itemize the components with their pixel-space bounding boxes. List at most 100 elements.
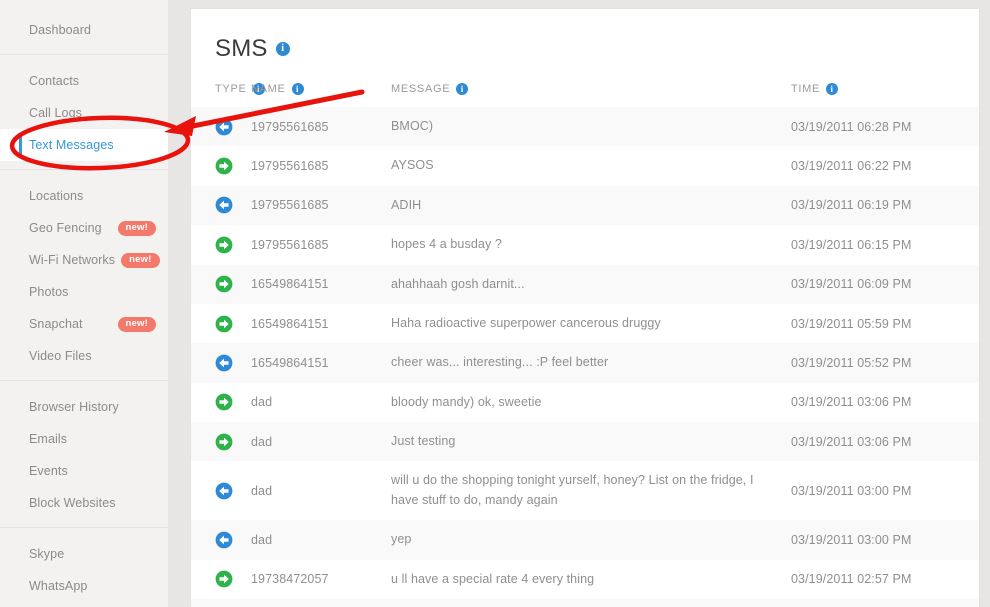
cell-message: yep bbox=[391, 520, 791, 560]
cell-name: 19795561685 bbox=[251, 146, 391, 186]
cell-message: Just testing bbox=[391, 422, 791, 462]
sidebar: Dashboard Contacts Call Logs Text Messages L… bbox=[0, 0, 168, 607]
sidebar-item-text-messages[interactable]: Text Messages bbox=[0, 129, 168, 161]
cell-name: 16549864151 bbox=[251, 343, 391, 383]
sidebar-item-snapchat[interactable]: Snapchat new! bbox=[0, 308, 168, 340]
cell-message: BMOC) bbox=[391, 107, 791, 147]
table-row[interactable]: 19795561685 BMOC) 03/19/2011 06:28 PM bbox=[191, 107, 979, 147]
column-header-message[interactable]: MESSAGE i bbox=[391, 77, 791, 107]
cell-message: cheer was... interesting... :P feel bett… bbox=[391, 343, 791, 383]
sidebar-item-label: Emails bbox=[29, 432, 68, 446]
table-row[interactable]: 16549864151 ahahhaah gosh darnit... 03/19/… bbox=[191, 264, 979, 304]
cell-message: bloody mandy) ok, sweetie bbox=[391, 382, 791, 422]
info-icon-time[interactable]: i bbox=[826, 83, 839, 95]
incoming-arrow-icon bbox=[215, 354, 233, 372]
table-row[interactable]: 19738472057seeya03/19/2011 02:57 PM bbox=[191, 598, 979, 607]
sidebar-item-skype[interactable]: Skype bbox=[0, 538, 168, 570]
sidebar-item-label: Video Files bbox=[29, 349, 92, 363]
page-title: SMS bbox=[215, 35, 268, 62]
sidebar-item-video-files[interactable]: Video Files bbox=[0, 340, 168, 372]
incoming-arrow-icon bbox=[215, 118, 233, 136]
info-icon[interactable]: i bbox=[275, 42, 290, 56]
sidebar-item-block-websites[interactable]: Block Websites bbox=[0, 487, 168, 519]
column-header-time[interactable]: TIME i bbox=[791, 77, 979, 107]
table-row[interactable]: 16549864151 Haha radioactive superpower c… bbox=[191, 303, 979, 344]
cell-name: dad bbox=[251, 382, 391, 422]
table-row[interactable]: 16549864151 cheer was... interesting... :… bbox=[191, 343, 979, 383]
sidebar-item-label: Photos bbox=[29, 285, 69, 299]
table-row[interactable]: dad bloody mandy) ok, sweetie 03/19/2011 0… bbox=[191, 382, 979, 422]
outgoing-arrow-icon bbox=[215, 570, 233, 588]
cell-time: 03/19/2011 02:57 PM bbox=[791, 559, 979, 599]
sidebar-item-events[interactable]: Events bbox=[0, 455, 168, 487]
table-row[interactable]: 19738472057 u ll have a special rate 4 ev… bbox=[191, 559, 979, 599]
cell-message: ADIH bbox=[391, 185, 791, 226]
outgoing-arrow-icon bbox=[215, 393, 233, 411]
sidebar-item-photos[interactable]: Photos bbox=[0, 276, 168, 308]
cell-time: 03/19/2011 06:22 PM bbox=[791, 146, 979, 186]
sidebar-item-label: Contacts bbox=[29, 74, 80, 88]
column-header-type[interactable]: TYPE i bbox=[191, 77, 265, 107]
sidebar-group: Dashboard bbox=[0, 14, 168, 54]
table-row[interactable]: 19795561685 ADIH 03/19/2011 06:19 PM bbox=[191, 185, 979, 226]
cell-type bbox=[191, 264, 251, 304]
sidebar-item-dashboard[interactable]: Dashboard bbox=[0, 14, 168, 46]
cell-time: 03/19/2011 03:00 PM bbox=[791, 520, 979, 560]
sidebar-group: Browser History Emails Events Block Website… bbox=[0, 380, 168, 527]
outgoing-arrow-icon bbox=[215, 157, 233, 175]
table-body: 19795561685 BMOC) 03/19/2011 06:28 PM 19795… bbox=[191, 107, 979, 607]
sidebar-item-label: Events bbox=[29, 464, 68, 478]
sidebar-item-label: Text Messages bbox=[29, 138, 114, 152]
cell-name: 19795561685 bbox=[251, 225, 391, 265]
table-row[interactable]: dad will u do the shopping tonight yursel… bbox=[191, 461, 979, 521]
cell-message: Haha radioactive superpower cancerous dr… bbox=[391, 303, 791, 344]
sidebar-group: Skype WhatsApp bbox=[0, 527, 168, 607]
cell-type bbox=[191, 382, 251, 422]
sidebar-item-locations[interactable]: Locations bbox=[0, 180, 168, 212]
info-icon-message[interactable]: i bbox=[456, 83, 469, 95]
cell-type bbox=[191, 343, 251, 383]
incoming-arrow-icon bbox=[215, 197, 233, 214]
sidebar-item-wi-fi-networks[interactable]: Wi-Fi Networks new! bbox=[0, 244, 168, 276]
cell-time: 03/19/2011 03:00 PM bbox=[791, 461, 979, 521]
sidebar-nav-groups: Dashboard Contacts Call Logs Text Messages L… bbox=[0, 14, 168, 607]
cell-name: 19738472057 bbox=[251, 598, 391, 607]
sidebar-item-call-logs[interactable]: Call Logs bbox=[0, 97, 168, 129]
cell-name: dad bbox=[251, 422, 391, 462]
cell-time: 03/19/2011 03:06 PM bbox=[791, 422, 979, 462]
panel-header: SMS i bbox=[191, 9, 979, 77]
sidebar-item-label: Browser History bbox=[29, 400, 119, 414]
cell-type bbox=[191, 598, 251, 607]
cell-type bbox=[191, 303, 251, 344]
cell-type bbox=[191, 107, 251, 147]
column-header-message-label: MESSAGE bbox=[391, 83, 451, 95]
cell-time: 03/19/2011 06:09 PM bbox=[791, 264, 979, 304]
sidebar-group: Contacts Call Logs Text Messages bbox=[0, 54, 168, 169]
cell-time: 03/19/2011 05:59 PM bbox=[791, 303, 979, 344]
cell-name: 16549864151 bbox=[251, 303, 391, 344]
cell-time: 03/19/2011 03:06 PM bbox=[791, 382, 979, 422]
column-header-name[interactable]: NAME i bbox=[251, 77, 391, 107]
sidebar-item-emails[interactable]: Emails bbox=[0, 423, 168, 455]
column-header-type-label: TYPE bbox=[215, 83, 247, 95]
info-icon-name[interactable]: i bbox=[291, 83, 304, 95]
sidebar-item-label: WhatsApp bbox=[29, 579, 88, 593]
cell-name: dad bbox=[251, 461, 391, 521]
table-row[interactable]: dad yep 03/19/2011 03:00 PM bbox=[191, 520, 979, 560]
sidebar-item-contacts[interactable]: Contacts bbox=[0, 65, 168, 97]
table-row[interactable]: 19795561685 AYSOS 03/19/2011 06:22 PM bbox=[191, 146, 979, 186]
cell-type bbox=[191, 559, 251, 599]
sidebar-item-browser-history[interactable]: Browser History bbox=[0, 391, 168, 423]
cell-type bbox=[191, 225, 251, 265]
outgoing-arrow-icon bbox=[215, 275, 233, 293]
cell-time: 03/19/2011 06:19 PM bbox=[791, 185, 979, 226]
cell-type bbox=[191, 422, 251, 462]
outgoing-arrow-icon bbox=[215, 236, 233, 254]
column-header-name-label: NAME bbox=[251, 83, 286, 95]
sidebar-item-label: Wi-Fi Networks bbox=[29, 253, 116, 267]
outgoing-arrow-icon bbox=[215, 315, 233, 332]
table-row[interactable]: 19795561685 hopes 4 a busday ? 03/19/2011 … bbox=[191, 225, 979, 265]
sidebar-item-geo-fencing[interactable]: Geo Fencing new! bbox=[0, 212, 168, 244]
sidebar-item-whatsapp[interactable]: WhatsApp bbox=[0, 570, 168, 602]
table-row[interactable]: dad Just testing 03/19/2011 03:06 PM bbox=[191, 422, 979, 462]
